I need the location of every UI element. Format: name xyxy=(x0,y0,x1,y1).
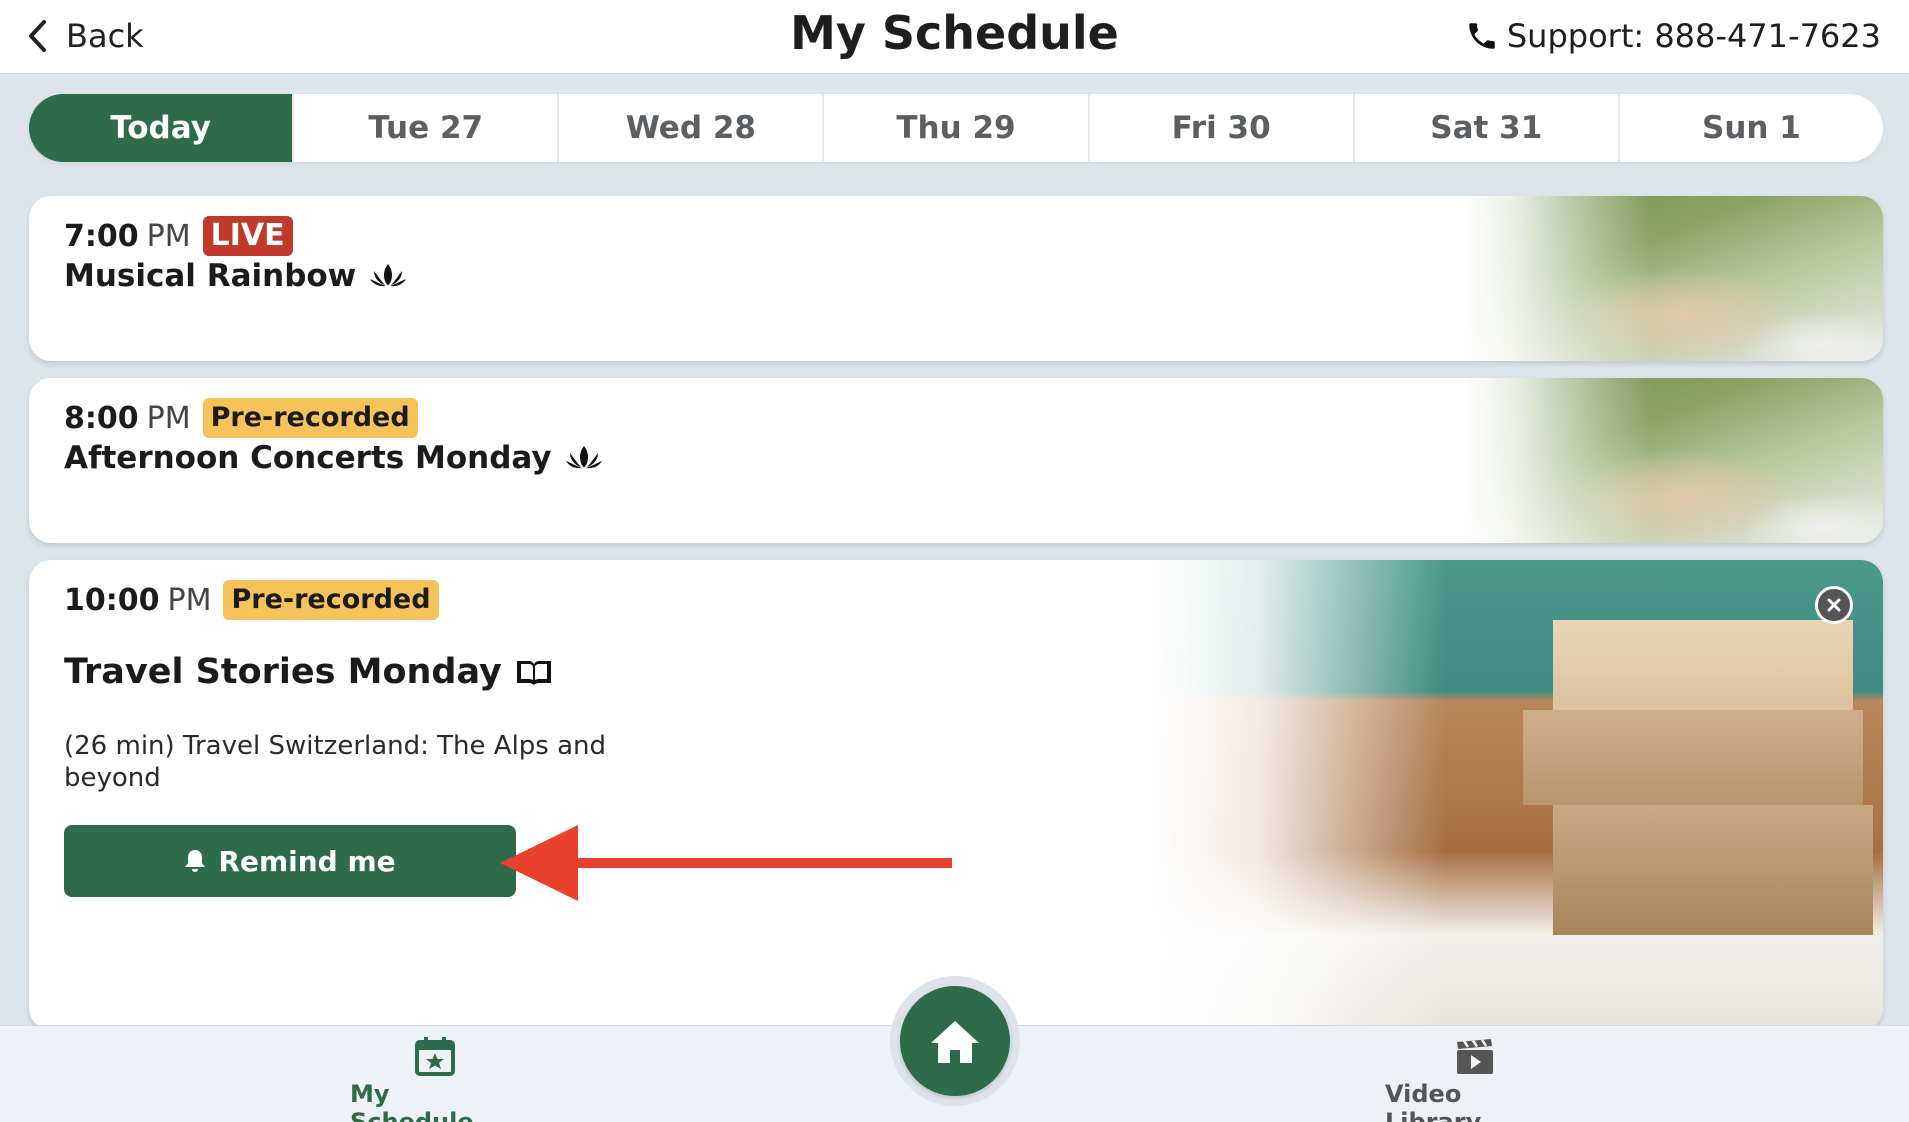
home-icon xyxy=(931,1021,979,1063)
prerecorded-badge: Pre-recorded xyxy=(202,398,418,438)
event-time-ampm: PM xyxy=(146,400,191,436)
nav-my-schedule-label: My Schedule xyxy=(350,1080,474,1122)
event-title: Travel Stories Monday xyxy=(64,652,554,692)
home-button[interactable] xyxy=(900,986,1010,1096)
chevron-left-icon xyxy=(29,20,46,52)
support-phone-link[interactable]: Support: 888-471-7623 xyxy=(1465,14,1881,58)
event-title: Afternoon Concerts Monday xyxy=(64,440,604,476)
bell-icon xyxy=(185,850,206,872)
event-time: 7:00 PM LIVE xyxy=(64,216,293,256)
lotus-icon xyxy=(565,446,602,469)
nav-video-library[interactable]: Video Library xyxy=(1385,1036,1565,1122)
support-label: Support: 888-471-7623 xyxy=(1506,17,1881,55)
nav-my-schedule[interactable]: My Schedule xyxy=(350,1036,520,1122)
event-title-text: Afternoon Concerts Monday xyxy=(64,440,552,476)
clapperboard-icon xyxy=(1457,1039,1493,1074)
back-label: Back xyxy=(66,17,144,55)
annotation-arrow-icon xyxy=(500,825,952,901)
event-time-value: 7:00 xyxy=(64,218,139,254)
tab-tue-27[interactable]: Tue 27 xyxy=(292,94,557,162)
event-description: (26 min) Travel Switzerland: The Alps an… xyxy=(64,731,607,793)
event-time-ampm: PM xyxy=(167,582,212,618)
lotus-icon xyxy=(370,264,407,287)
event-time-value: 10:00 xyxy=(64,582,160,618)
event-title: Musical Rainbow xyxy=(64,258,408,294)
prerecorded-badge: Pre-recorded xyxy=(223,580,439,620)
event-title-text: Travel Stories Monday xyxy=(64,652,502,692)
home-button-ring xyxy=(890,976,1020,1106)
event-title-text: Musical Rainbow xyxy=(64,258,357,294)
book-icon xyxy=(516,661,551,685)
live-badge: LIVE xyxy=(202,216,293,256)
nav-video-library-label: Video Library xyxy=(1385,1080,1482,1122)
event-time-value: 8:00 xyxy=(64,400,139,436)
event-card[interactable]: 7:00 PM LIVE Musical Rainbow xyxy=(29,196,1883,361)
remind-me-label: Remind me xyxy=(218,844,396,878)
calendar-star-icon xyxy=(415,1037,455,1076)
top-bar: Back My Schedule Support: 888-471-7623 xyxy=(0,0,1909,74)
tab-sat-31[interactable]: Sat 31 xyxy=(1352,94,1618,162)
tab-sun-1[interactable]: Sun 1 xyxy=(1617,94,1883,162)
tab-thu-29[interactable]: Thu 29 xyxy=(822,94,1087,162)
event-card[interactable]: 8:00 PM Pre-recorded Afternoon Concerts … xyxy=(29,378,1883,543)
tab-wed-28[interactable]: Wed 28 xyxy=(557,94,822,162)
event-thumbnail-books xyxy=(1153,560,1883,1030)
phone-icon xyxy=(1469,23,1495,49)
tab-today[interactable]: Today xyxy=(29,94,293,162)
event-time-ampm: PM xyxy=(146,218,191,254)
back-button[interactable]: Back xyxy=(26,14,144,58)
tab-fri-30[interactable]: Fri 30 xyxy=(1087,94,1353,162)
event-time: 10:00 PM Pre-recorded xyxy=(64,580,439,620)
event-card-expanded: 10:00 PM Pre-recorded Travel Stories Mon… xyxy=(29,560,1883,1030)
close-icon xyxy=(1827,598,1841,612)
event-time: 8:00 PM Pre-recorded xyxy=(64,398,418,438)
event-thumbnail-meditation xyxy=(1463,196,1883,361)
day-tabs: Today Tue 27 Wed 28 Thu 29 Fri 30 Sat 31… xyxy=(29,94,1883,162)
close-button[interactable] xyxy=(1815,586,1853,624)
event-thumbnail-meditation xyxy=(1463,378,1883,543)
remind-me-button[interactable]: Remind me xyxy=(64,825,516,897)
